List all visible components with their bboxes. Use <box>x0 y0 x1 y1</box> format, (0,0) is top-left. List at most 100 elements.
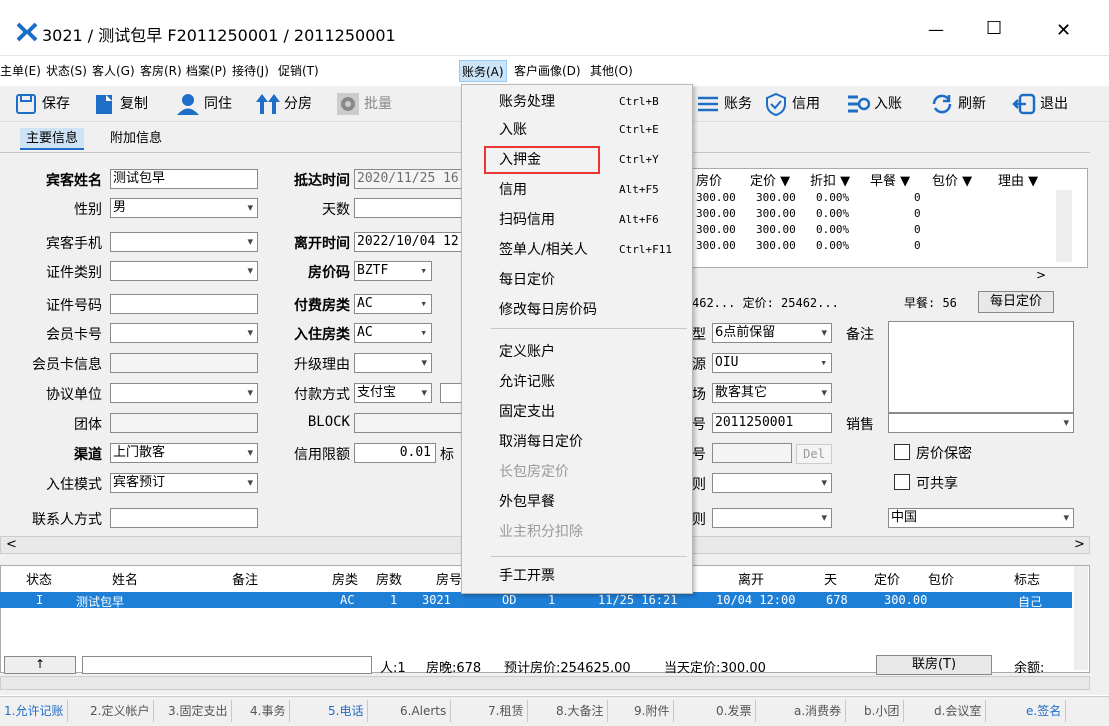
dropdown-item[interactable]: 业主积分扣除 <box>499 520 583 544</box>
status-tab[interactable]: 9.附件 <box>630 700 675 722</box>
rate-grid-cell[interactable]: 300.00 <box>696 239 736 252</box>
rate-secret-checkbox[interactable] <box>894 444 910 460</box>
tab-extra-info[interactable]: 附加信息 <box>104 128 168 150</box>
rate-grid-cell[interactable]: 0 <box>914 191 921 204</box>
rate-grid-cell[interactable]: 300.00 <box>756 191 796 204</box>
menu-main[interactable]: 主单(E) <box>0 60 41 82</box>
sales-select[interactable] <box>888 413 1074 433</box>
rate-grid-cell[interactable]: 300.00 <box>756 223 796 236</box>
pay-method-select[interactable]: 支付宝 <box>354 383 432 403</box>
status-tab[interactable]: b.小团 <box>860 700 905 722</box>
dropdown-item[interactable]: 签单人/相关人 <box>499 238 588 262</box>
status-tab[interactable]: 0.发票 <box>712 700 757 722</box>
menu-profile[interactable]: 客户画像(D) <box>514 60 581 82</box>
menu-other[interactable]: 其他(O) <box>590 60 633 82</box>
tab-main-info[interactable]: 主要信息 <box>20 128 85 150</box>
pay-extra-input[interactable] <box>440 383 462 403</box>
rate-grid-cell[interactable]: 300.00 <box>696 191 736 204</box>
status-tab[interactable]: 4.事务 <box>246 700 291 722</box>
id-type-select[interactable] <box>110 261 258 281</box>
scroll-right-icon-2[interactable]: > <box>1074 537 1085 552</box>
post-button[interactable]: 入账 <box>846 90 902 118</box>
rate-grid-cell[interactable]: 0.00% <box>816 239 849 252</box>
country-select[interactable]: 中国 <box>888 508 1074 528</box>
dropdown-item[interactable]: 扫码信用 <box>499 208 555 232</box>
menu-status[interactable]: 状态(S) <box>46 60 87 82</box>
dropdown-item[interactable]: 信用 <box>499 178 527 202</box>
upgrade-select[interactable] <box>354 353 432 373</box>
dropdown-item[interactable]: 长包房定价 <box>499 460 569 484</box>
credit-limit-input[interactable]: 0.01 <box>354 443 436 463</box>
scroll-right-icon[interactable]: > <box>1036 268 1046 282</box>
rate-grid-cell[interactable]: 0 <box>914 239 921 252</box>
status-tab[interactable]: 1.允许记账 <box>0 700 69 722</box>
guest-name-input[interactable]: 测试包早 <box>110 169 258 189</box>
rate-grid-cell[interactable]: 0.00% <box>816 207 849 220</box>
stay-room-select[interactable]: AC <box>354 323 432 343</box>
exit-button[interactable]: 退出 <box>1012 90 1068 118</box>
id-no-input[interactable] <box>110 294 258 314</box>
maximize-button[interactable]: ☐ <box>986 18 1002 39</box>
status-tab[interactable]: 8.大备注 <box>552 700 609 722</box>
rate-code-select[interactable]: BZTF <box>354 261 432 281</box>
dropdown-item[interactable]: 固定支出 <box>499 400 555 424</box>
menu-promo[interactable]: 促销(T) <box>278 60 319 82</box>
status-tab[interactable]: 3.固定支出 <box>164 700 233 722</box>
dropdown-item[interactable]: 取消每日定价 <box>499 430 583 454</box>
copy-button[interactable]: 复制 <box>92 90 148 118</box>
dropdown-item[interactable]: 入账 <box>499 118 527 142</box>
status-tab[interactable]: a.消费券 <box>790 700 847 722</box>
type-select[interactable]: 6点前保留 <box>712 323 832 343</box>
dropdown-item[interactable]: 每日定价 <box>499 268 555 292</box>
delete-button[interactable]: Del <box>796 444 832 464</box>
split-room-button[interactable]: 分房 <box>256 90 312 118</box>
link-room-button[interactable]: 联房(T) <box>876 655 992 675</box>
batch-button[interactable]: 批量 <box>336 90 392 118</box>
status-tab[interactable]: 2.定义帐户 <box>86 700 155 722</box>
rate-grid-cell[interactable]: 0.00% <box>816 191 849 204</box>
rate-grid-cell[interactable]: 0 <box>914 207 921 220</box>
save-button[interactable]: 保存 <box>14 90 70 118</box>
status-tab[interactable]: e.签名 <box>1022 700 1067 722</box>
rate-grid-cell[interactable]: 0 <box>914 223 921 236</box>
rate-grid-cell[interactable]: 300.00 <box>696 223 736 236</box>
number-input[interactable]: 2011250001 <box>712 413 832 433</box>
dropdown-item[interactable]: 手工开票 <box>499 564 555 588</box>
rate-grid-cell[interactable]: 0.00% <box>816 223 849 236</box>
rule1-select[interactable] <box>712 473 832 493</box>
arrive-input[interactable]: 2020/11/25 16 <box>354 169 464 189</box>
menu-account[interactable]: 账务(A) <box>459 60 507 82</box>
rate-grid-cell[interactable]: 300.00 <box>756 207 796 220</box>
phone-input[interactable] <box>110 232 258 252</box>
contact-input[interactable] <box>110 508 258 528</box>
menu-archive[interactable]: 档案(P) <box>186 60 227 82</box>
gender-select[interactable]: 男 <box>110 198 258 218</box>
cohabit-button[interactable]: 同住 <box>176 90 232 118</box>
source-select[interactable]: OIU <box>712 353 832 373</box>
up-button[interactable]: ↑ <box>4 656 76 674</box>
daily-rate-button[interactable]: 每日定价 <box>978 291 1054 313</box>
dropdown-item[interactable]: 定义账户 <box>499 340 555 364</box>
status-tab[interactable]: 6.Alerts <box>396 700 452 722</box>
shareable-checkbox[interactable] <box>894 474 910 490</box>
agreement-select[interactable] <box>110 383 258 403</box>
close-button[interactable]: ✕ <box>1056 20 1071 41</box>
dropdown-item[interactable]: 允许记账 <box>499 370 555 394</box>
list-vertical-scrollbar[interactable] <box>1074 566 1088 670</box>
status-tab[interactable]: 5.电话 <box>324 700 369 722</box>
rate-grid-scrollbar[interactable] <box>1056 190 1072 262</box>
dropdown-item[interactable]: 账务处理 <box>499 90 555 114</box>
footer-input[interactable] <box>82 656 372 674</box>
credit-button[interactable]: 信用 <box>764 90 820 118</box>
menu-guest[interactable]: 客人(G) <box>92 60 135 82</box>
rate-grid-cell[interactable]: 300.00 <box>696 207 736 220</box>
status-tab[interactable]: d.会议室 <box>930 700 987 722</box>
depart-input[interactable]: 2022/10/04 12 <box>354 232 464 252</box>
account-button[interactable]: 账务 <box>696 90 752 118</box>
days-input[interactable] <box>354 198 464 218</box>
list-horizontal-scrollbar[interactable] <box>0 676 1090 690</box>
mode-select[interactable]: 宾客预订 <box>110 473 258 493</box>
dropdown-item[interactable]: 修改每日房价码 <box>499 298 597 322</box>
remark-textarea[interactable] <box>888 321 1074 413</box>
minimize-button[interactable]: — <box>928 20 944 39</box>
